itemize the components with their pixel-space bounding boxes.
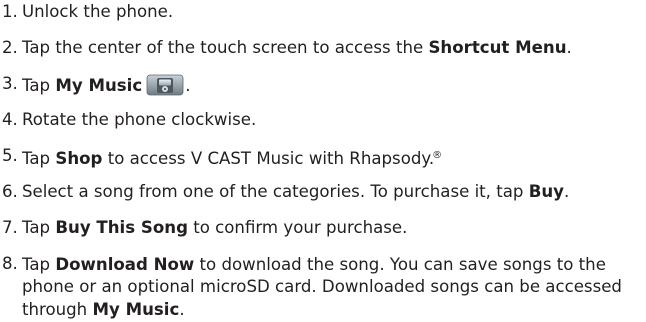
registered-mark: ® bbox=[432, 149, 443, 161]
step-text: Rotate the phone clockwise. bbox=[22, 109, 257, 129]
step-text: Unlock the phone. bbox=[22, 2, 174, 21]
step-6: 6. Select a song from one of the categori… bbox=[0, 182, 646, 201]
step-3: 3. Tap My Music . bbox=[0, 74, 646, 96]
step-number: 7. bbox=[2, 217, 18, 237]
my-music-app-icon bbox=[146, 74, 184, 96]
step-4: 4. Rotate the phone clockwise. bbox=[0, 110, 646, 129]
step-5: 5. Tap Shop to access V CAST Music with R… bbox=[0, 146, 646, 168]
step-number: 4. bbox=[2, 109, 18, 129]
term-shop: Shop bbox=[55, 148, 103, 168]
step-1: 1. Unlock the phone. bbox=[0, 2, 646, 21]
step-text-rest: to confirm your purchase. bbox=[187, 217, 408, 237]
step-number: 5. bbox=[2, 145, 18, 165]
my-music-icon-graphic bbox=[146, 74, 184, 96]
step-text: Tap the center of the touch screen to ac… bbox=[22, 37, 429, 57]
term-my-music: My Music bbox=[55, 75, 143, 95]
step-text: Tap bbox=[22, 75, 56, 95]
term-buy-this-song: Buy This Song bbox=[55, 217, 188, 237]
step-text: Tap bbox=[22, 148, 56, 168]
step-number: 6. bbox=[2, 181, 18, 201]
term-shortcut-menu: Shortcut Menu bbox=[428, 37, 567, 57]
step-punct: . bbox=[185, 75, 191, 95]
step-number: 3. bbox=[2, 73, 18, 93]
step-text: Tap bbox=[22, 217, 56, 237]
step-punct: . bbox=[179, 299, 185, 319]
term-download-now: Download Now bbox=[55, 254, 195, 274]
term-buy: Buy bbox=[528, 181, 564, 201]
step-text-rest: to access V CAST Music with Rhapsody. bbox=[102, 148, 435, 168]
step-number: 8. bbox=[2, 253, 18, 273]
step-number: 1. bbox=[2, 2, 18, 21]
step-7: 7. Tap Buy This Song to confirm your purc… bbox=[0, 218, 646, 237]
step-2: 2. Tap the center of the touch screen to … bbox=[0, 38, 646, 57]
step-punct: . bbox=[566, 37, 572, 57]
step-8: 8. Tap Download Now to download the song.… bbox=[0, 254, 646, 322]
step-text: Select a song from one of the categories… bbox=[22, 181, 529, 201]
step-text: Tap bbox=[22, 254, 56, 274]
term-my-music: My Music bbox=[92, 299, 180, 319]
step-punct: . bbox=[564, 181, 570, 201]
step-number: 2. bbox=[2, 37, 18, 57]
